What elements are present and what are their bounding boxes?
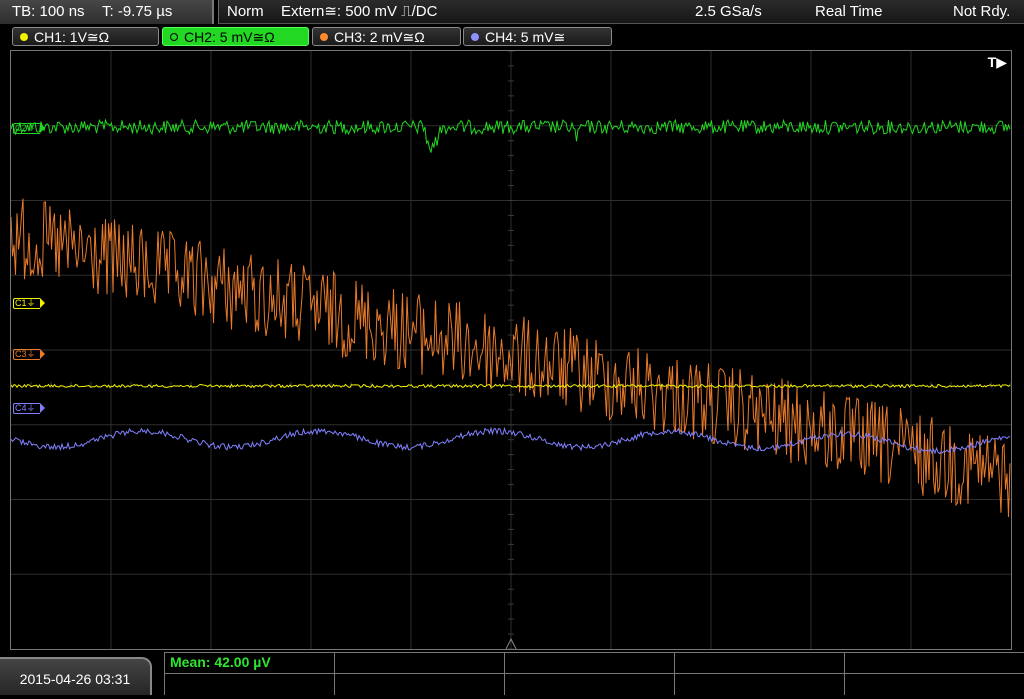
measurement-row-divider	[164, 652, 1024, 653]
trigger-source[interactable]: Extern≅: 500 mV ⎍/DC	[281, 0, 437, 24]
waveform-display[interactable]: T▶ C2⏚ C1⏚ C3⏚ C4⏚	[10, 50, 1012, 650]
top-status-bar: TB: 100 ns T: -9.75 µs Norm Extern≅: 500…	[0, 0, 1024, 24]
ch3-ground-marker[interactable]: C3⏚	[13, 349, 44, 360]
ch1-ground-marker[interactable]: C1⏚	[13, 298, 44, 309]
trigger-position-readout[interactable]: T: -9.75 µs	[102, 0, 172, 24]
timebase-readout[interactable]: TB: 100 ns	[12, 0, 85, 24]
channel-4-button[interactable]: CH4: 5 mV≅	[463, 27, 612, 46]
ch2-ground-marker[interactable]: C2⏚	[13, 123, 44, 134]
sample-rate[interactable]: 2.5 GSa/s	[695, 0, 762, 24]
measurement-table: Mean: 42.00 µV	[164, 652, 1024, 695]
channel-4-dot-icon	[471, 33, 479, 41]
channel-3-label: CH3: 2 mV≅Ω	[334, 29, 425, 45]
mean-measurement[interactable]: Mean: 42.00 µV	[170, 654, 271, 670]
acquisition-mode[interactable]: Real Time	[815, 0, 883, 24]
acquisition-status: Norm Extern≅: 500 mV ⎍/DC 2.5 GSa/s Real…	[218, 0, 1024, 24]
ch4-ground-marker[interactable]: C4⏚	[13, 403, 44, 414]
measurement-cell-divider	[334, 652, 335, 695]
measurement-cell-divider	[844, 652, 845, 695]
trigger-mode[interactable]: Norm	[227, 0, 264, 24]
waveform-canvas	[11, 51, 1011, 649]
channel-2-label: CH2: 5 mV≅Ω	[184, 29, 275, 45]
channel-3-dot-icon	[320, 33, 328, 41]
measurement-cell-divider	[674, 652, 675, 695]
measurement-cell-divider	[504, 652, 505, 695]
date-time: 2015-04-26 03:31	[0, 657, 152, 695]
channel-1-label: CH1: 1V≅Ω	[34, 29, 110, 45]
channel-4-label: CH4: 5 mV≅	[485, 29, 566, 45]
channel-1-button[interactable]: CH1: 1V≅Ω	[12, 27, 159, 46]
acquisition-state: Not Rdy.	[953, 3, 1011, 20]
trigger-indicator-icon: T▶	[987, 54, 1007, 70]
measurement-row-divider	[164, 673, 1024, 674]
channel-2-dot-icon	[170, 33, 178, 41]
timebase-box[interactable]: TB: 100 ns T: -9.75 µs	[0, 0, 214, 24]
channel-1-dot-icon	[20, 33, 28, 41]
channel-3-button[interactable]: CH3: 2 mV≅Ω	[312, 27, 461, 46]
channel-bar: CH1: 1V≅Ω CH2: 5 mV≅Ω CH3: 2 mV≅Ω CH4: 5…	[0, 26, 1024, 48]
measurement-cell-divider	[164, 652, 165, 695]
channel-2-button[interactable]: CH2: 5 mV≅Ω	[162, 27, 309, 46]
